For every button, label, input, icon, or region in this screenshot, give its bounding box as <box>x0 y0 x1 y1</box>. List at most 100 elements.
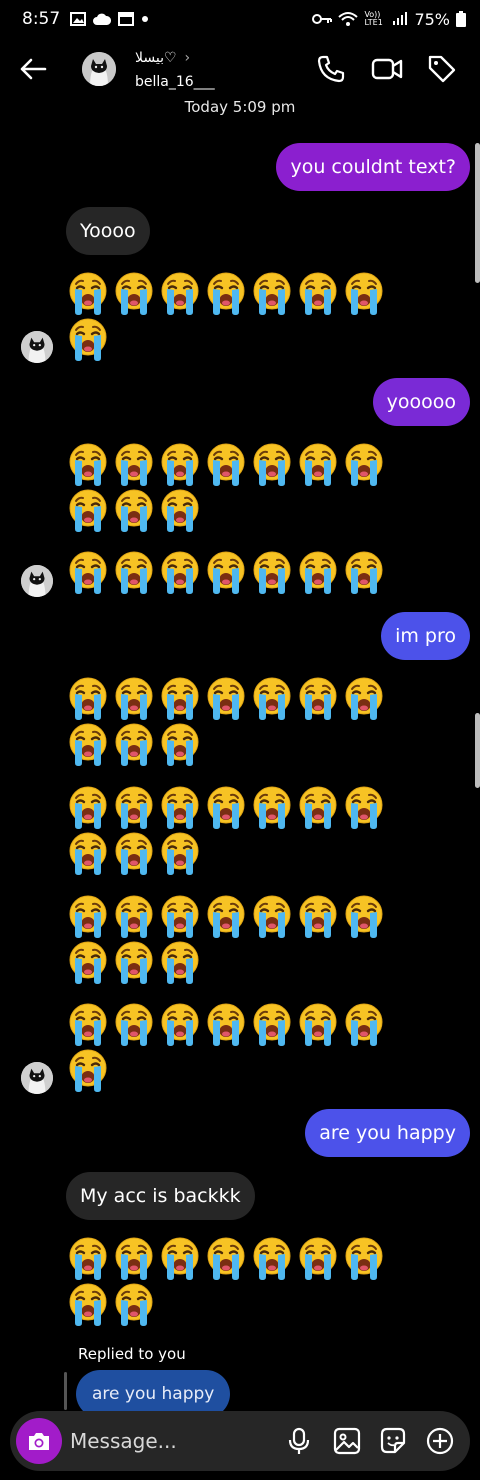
loudly-crying-face-emoji <box>158 939 202 985</box>
message-outgoing[interactable]: yooooo <box>372 378 470 426</box>
message-incoming[interactable]: Yoooo <box>66 207 150 255</box>
plus-icon[interactable] <box>425 1426 455 1456</box>
loudly-crying-face-emoji <box>66 316 110 362</box>
chevron-right-icon: › <box>184 50 191 66</box>
loudly-crying-face-emoji <box>342 441 386 487</box>
message-outgoing[interactable]: are you happy <box>305 1109 470 1157</box>
image-icon[interactable] <box>332 1426 362 1456</box>
loudly-crying-face-emoji <box>112 1235 156 1281</box>
loudly-crying-face-emoji <box>296 441 340 487</box>
loudly-crying-face-emoji <box>204 441 248 487</box>
loudly-crying-face-emoji <box>342 549 386 595</box>
loudly-crying-face-emoji <box>296 1001 340 1047</box>
lte-label: Vo)) LTE1 <box>364 10 383 27</box>
loudly-crying-face-emoji <box>250 893 294 939</box>
loudly-crying-face-emoji <box>66 830 110 876</box>
loudly-crying-face-emoji <box>112 1001 156 1047</box>
loudly-crying-face-emoji <box>296 675 340 721</box>
microphone-icon[interactable] <box>284 1426 314 1456</box>
contact-avatar[interactable] <box>82 52 116 86</box>
calendar-icon <box>118 12 135 26</box>
scrollbar-thumb[interactable] <box>475 143 480 283</box>
message-outgoing[interactable]: you couldnt text? <box>276 143 470 191</box>
emoji-message-row[interactable] <box>66 675 386 721</box>
loudly-crying-face-emoji <box>112 721 156 767</box>
loudly-crying-face-emoji <box>250 441 294 487</box>
camera-button[interactable] <box>16 1418 62 1464</box>
emoji-message-row[interactable] <box>66 270 386 316</box>
loudly-crying-face-emoji <box>342 1235 386 1281</box>
emoji-message-row[interactable] <box>66 1235 386 1281</box>
emoji-message-row[interactable] <box>66 549 386 595</box>
gallery-icon <box>70 12 87 26</box>
loudly-crying-face-emoji <box>204 549 248 595</box>
message-incoming[interactable]: My acc is backkk <box>66 1172 255 1220</box>
loudly-crying-face-emoji <box>66 939 110 985</box>
emoji-message-row[interactable] <box>66 939 202 985</box>
loudly-crying-face-emoji <box>112 675 156 721</box>
loudly-crying-face-emoji <box>204 270 248 316</box>
loudly-crying-face-emoji <box>158 1001 202 1047</box>
loudly-crying-face-emoji <box>112 1281 156 1327</box>
loudly-crying-face-emoji <box>158 721 202 767</box>
loudly-crying-face-emoji <box>112 487 156 533</box>
loudly-crying-face-emoji <box>112 784 156 830</box>
scrollbar-thumb[interactable] <box>475 713 480 788</box>
loudly-crying-face-emoji <box>296 893 340 939</box>
video-camera-icon[interactable] <box>371 54 403 84</box>
loudly-crying-face-emoji <box>204 1235 248 1281</box>
contact-avatar-small[interactable] <box>21 1062 53 1094</box>
emoji-message-row[interactable] <box>66 721 202 767</box>
loudly-crying-face-emoji <box>250 1235 294 1281</box>
loudly-crying-face-emoji <box>342 1001 386 1047</box>
emoji-message-row[interactable] <box>66 1001 386 1047</box>
contact-name-row[interactable]: بيسلا♡ › <box>135 50 190 66</box>
loudly-crying-face-emoji <box>250 675 294 721</box>
loudly-crying-face-emoji <box>112 939 156 985</box>
contact-avatar-small[interactable] <box>21 331 53 363</box>
emoji-message-row[interactable] <box>66 784 386 830</box>
loudly-crying-face-emoji <box>204 784 248 830</box>
loudly-crying-face-emoji <box>204 1001 248 1047</box>
replied-label: Replied to you <box>78 1345 186 1363</box>
loudly-crying-face-emoji <box>66 675 110 721</box>
emoji-message-row[interactable] <box>66 441 386 487</box>
loudly-crying-face-emoji <box>66 1047 110 1093</box>
message-composer <box>10 1411 470 1471</box>
loudly-crying-face-emoji <box>296 549 340 595</box>
back-arrow-icon[interactable] <box>18 54 48 84</box>
emoji-message-row[interactable] <box>66 1281 156 1327</box>
reply-indicator-bar <box>64 1372 67 1410</box>
loudly-crying-face-emoji <box>296 784 340 830</box>
loudly-crying-face-emoji <box>204 675 248 721</box>
loudly-crying-face-emoji <box>66 441 110 487</box>
contact-avatar-small[interactable] <box>21 565 53 597</box>
loudly-crying-face-emoji <box>112 549 156 595</box>
wifi-icon <box>338 12 359 26</box>
emoji-message-row[interactable] <box>66 487 202 533</box>
status-bar: 8:57 Vo)) LTE1 75% <box>0 0 480 38</box>
key-icon <box>312 14 333 24</box>
date-separator: Today 5:09 pm <box>184 98 296 116</box>
message-outgoing[interactable]: im pro <box>381 612 470 660</box>
loudly-crying-face-emoji <box>66 784 110 830</box>
phone-icon[interactable] <box>316 54 346 84</box>
sticker-icon[interactable] <box>378 1426 408 1456</box>
loudly-crying-face-emoji <box>342 270 386 316</box>
emoji-message-row[interactable] <box>66 1047 110 1093</box>
loudly-crying-face-emoji <box>112 270 156 316</box>
loudly-crying-face-emoji <box>342 784 386 830</box>
loudly-crying-face-emoji <box>66 1281 110 1327</box>
signal-icon <box>393 12 408 25</box>
message-input[interactable] <box>70 1411 270 1471</box>
loudly-crying-face-emoji <box>204 893 248 939</box>
emoji-message-row[interactable] <box>66 316 110 362</box>
tag-icon[interactable] <box>427 54 457 84</box>
loudly-crying-face-emoji <box>66 721 110 767</box>
loudly-crying-face-emoji <box>112 441 156 487</box>
emoji-message-row[interactable] <box>66 893 386 939</box>
emoji-message-row[interactable] <box>66 830 202 876</box>
loudly-crying-face-emoji <box>342 893 386 939</box>
loudly-crying-face-emoji <box>250 270 294 316</box>
loudly-crying-face-emoji <box>66 893 110 939</box>
